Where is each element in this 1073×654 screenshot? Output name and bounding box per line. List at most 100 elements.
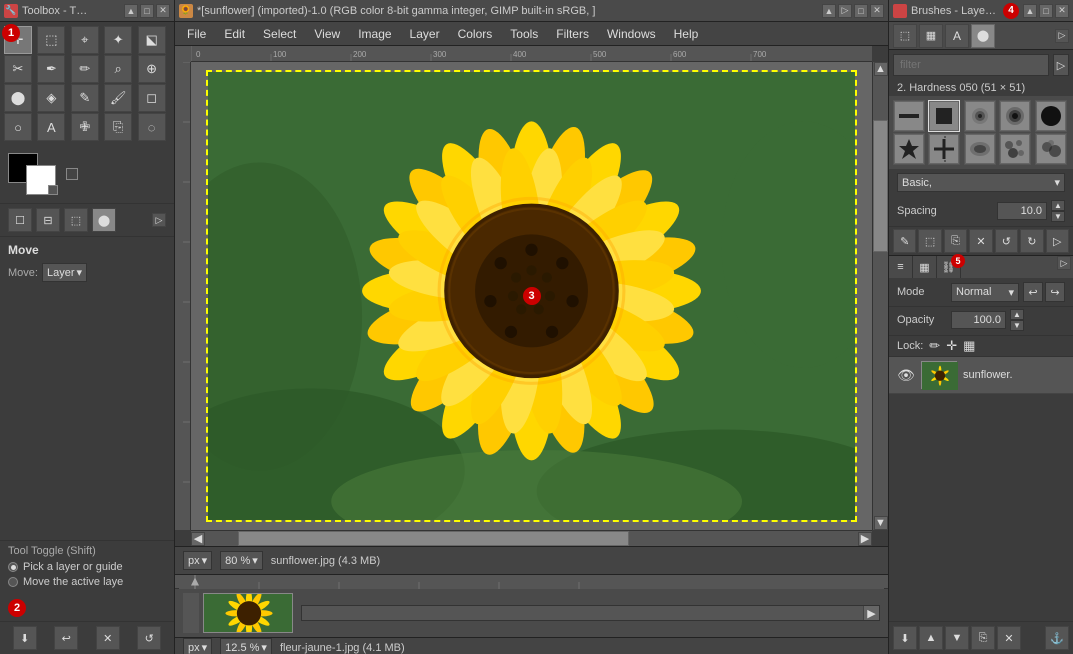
menu-filters[interactable]: Filters	[548, 25, 597, 43]
toolbox-bottom-close-btn[interactable]: ✕	[96, 626, 120, 650]
brushes-minimize-btn[interactable]: ▲	[1023, 4, 1037, 18]
layers-panel-options[interactable]: ▷	[1057, 256, 1071, 270]
menu-colors[interactable]: Colors	[450, 25, 501, 43]
scroll-left-btn[interactable]: ◀	[191, 532, 205, 546]
image-canvas[interactable]: 3	[206, 70, 857, 522]
toolbox-bottom-reset-btn[interactable]: ↺	[137, 626, 161, 650]
brush-cell-3[interactable]	[964, 100, 996, 132]
unit-dropdown[interactable]: px ▾	[183, 551, 212, 570]
toolbox-minimize-btn[interactable]: ▲	[124, 4, 138, 18]
brushes-options-btn[interactable]: ▷	[1053, 54, 1069, 76]
brush-cell-2[interactable]	[928, 100, 960, 132]
brush-copy-btn[interactable]: ⎘	[944, 229, 967, 253]
layer-new-btn[interactable]: ⬇	[893, 626, 917, 650]
brushes-tab-btn[interactable]: ⬚	[893, 24, 917, 48]
blur-btn[interactable]: ◌	[138, 113, 166, 141]
brushes-maximize-btn[interactable]: □	[1039, 4, 1053, 18]
brush-rotate-btn[interactable]: ↺	[995, 229, 1018, 253]
measure-btn[interactable]: ⊕	[138, 55, 166, 83]
scrollbar-vertical[interactable]: ▲ ▼	[872, 62, 888, 530]
paintbucket-btn[interactable]: ⬤	[4, 84, 32, 112]
menu-image[interactable]: Image	[350, 25, 399, 43]
lasso-btn[interactable]: ⌖	[71, 26, 99, 54]
fonts-tab-btn[interactable]: A	[945, 24, 969, 48]
filmstrip-scroll-right[interactable]: ▶	[863, 606, 879, 620]
brushes-panel-options[interactable]: ▷	[1055, 29, 1069, 43]
duplicate-image-btn[interactable]: ⬚	[64, 208, 88, 232]
toolbox-bottom-save-btn[interactable]: ⬇	[13, 626, 37, 650]
bottom-unit-dropdown[interactable]: px ▾	[183, 638, 212, 654]
airbrush-btn[interactable]: ○	[4, 113, 32, 141]
color-picker-btn[interactable]: ✏	[71, 55, 99, 83]
filmstrip-scrollbar[interactable]: ▶	[301, 605, 880, 621]
layer-duplicate-btn[interactable]: ⎘	[971, 626, 995, 650]
menu-help[interactable]: Help	[666, 25, 707, 43]
spacing-input[interactable]	[997, 202, 1047, 220]
brush-category-dropdown[interactable]: Basic, ▾	[897, 173, 1065, 192]
layer-anchor-btn[interactable]: ⚓	[1045, 626, 1069, 650]
text-btn[interactable]: A	[37, 113, 65, 141]
menu-layer[interactable]: Layer	[402, 25, 448, 43]
opacity-up-btn[interactable]: ▲	[1010, 309, 1024, 320]
brush-cell-9[interactable]	[999, 133, 1031, 165]
bottom-zoom-dropdown[interactable]: 12.5 % ▾	[220, 638, 272, 654]
layer-raise-btn[interactable]: ▲	[919, 626, 943, 650]
blend-btn[interactable]: ◈	[37, 84, 65, 112]
rect-select-btn[interactable]: ⬚	[37, 26, 65, 54]
panel-options-btn[interactable]: ▷	[152, 213, 166, 227]
main-minimize-btn[interactable]: ▲	[822, 4, 836, 18]
brush-cell-8[interactable]	[964, 133, 996, 165]
undo-btn[interactable]: ↩	[1023, 282, 1043, 302]
redo-btn[interactable]: ↪	[1045, 282, 1065, 302]
layer-lower-btn[interactable]: ▼	[945, 626, 969, 650]
spacing-down-btn[interactable]: ▼	[1051, 211, 1065, 222]
pick-layer-option[interactable]: Pick a layer or guide	[8, 561, 166, 573]
opacity-down-btn[interactable]: ▼	[1010, 320, 1024, 331]
zoom-btn[interactable]: ⌕	[104, 55, 132, 83]
menu-select[interactable]: Select	[255, 25, 304, 43]
scrollbar-horizontal[interactable]: ◀ ▶	[191, 530, 872, 546]
foreground-select-btn[interactable]: ⬕	[138, 26, 166, 54]
menu-tools[interactable]: Tools	[502, 25, 546, 43]
clone-btn[interactable]: ⎘	[104, 113, 132, 141]
canvas-viewport[interactable]: 3	[191, 62, 872, 530]
layers-mode-dropdown[interactable]: Normal ▾	[951, 283, 1019, 302]
menu-edit[interactable]: Edit	[216, 25, 253, 43]
brush-cell-5[interactable]	[1035, 100, 1067, 132]
swap-colors-btn[interactable]	[66, 168, 78, 180]
reset-colors-btn[interactable]	[48, 185, 58, 195]
eraser-btn[interactable]: ◻	[138, 84, 166, 112]
brush-delete-btn[interactable]: ✕	[969, 229, 992, 253]
brushes-close-btn[interactable]: ✕	[1055, 4, 1069, 18]
brush-duplicate-btn[interactable]: ⬚	[918, 229, 941, 253]
zoom-dropdown[interactable]: 80 % ▾	[220, 551, 263, 570]
lock-position-btn[interactable]: ✛	[946, 338, 957, 354]
scroll-thumb-h[interactable]	[238, 531, 630, 546]
move-active-radio[interactable]	[8, 577, 18, 587]
brush-cell-4[interactable]	[999, 100, 1031, 132]
fuzzy-select-btn[interactable]: ✦	[104, 26, 132, 54]
main-maximize-btn[interactable]: □	[854, 4, 868, 18]
toolbox-maximize-btn[interactable]: □	[140, 4, 154, 18]
open-image-btn[interactable]: ⊟	[36, 208, 60, 232]
filmstrip-thumb[interactable]	[203, 593, 293, 633]
menu-windows[interactable]: Windows	[599, 25, 664, 43]
brush-cell-7[interactable]	[928, 133, 960, 165]
lock-alpha-btn[interactable]: ▦	[963, 338, 975, 354]
scroll-track-h[interactable]	[205, 531, 858, 546]
layer-item-sunflower[interactable]: 👁 sunfl	[889, 357, 1073, 394]
paths-btn[interactable]: ✒	[37, 55, 65, 83]
scroll-right-btn[interactable]: ▶	[858, 532, 872, 546]
brush-cell-1[interactable]	[893, 100, 925, 132]
heal-btn[interactable]: ✙	[71, 113, 99, 141]
layers-tab-list[interactable]: ≡	[889, 256, 913, 278]
brush-panel-options2[interactable]: ▷	[1046, 229, 1069, 253]
scroll-track-v[interactable]	[873, 76, 888, 516]
scroll-down-btn[interactable]: ▼	[874, 516, 888, 530]
patterns-tab-btn[interactable]: ▦	[919, 24, 943, 48]
scroll-up-btn[interactable]: ▲	[874, 62, 888, 76]
gradients-tab-btn[interactable]: ⬤	[971, 24, 995, 48]
main-shade-btn[interactable]: ▷	[838, 4, 852, 18]
new-image-btn[interactable]: ☐	[8, 208, 32, 232]
spacing-up-btn[interactable]: ▲	[1051, 200, 1065, 211]
